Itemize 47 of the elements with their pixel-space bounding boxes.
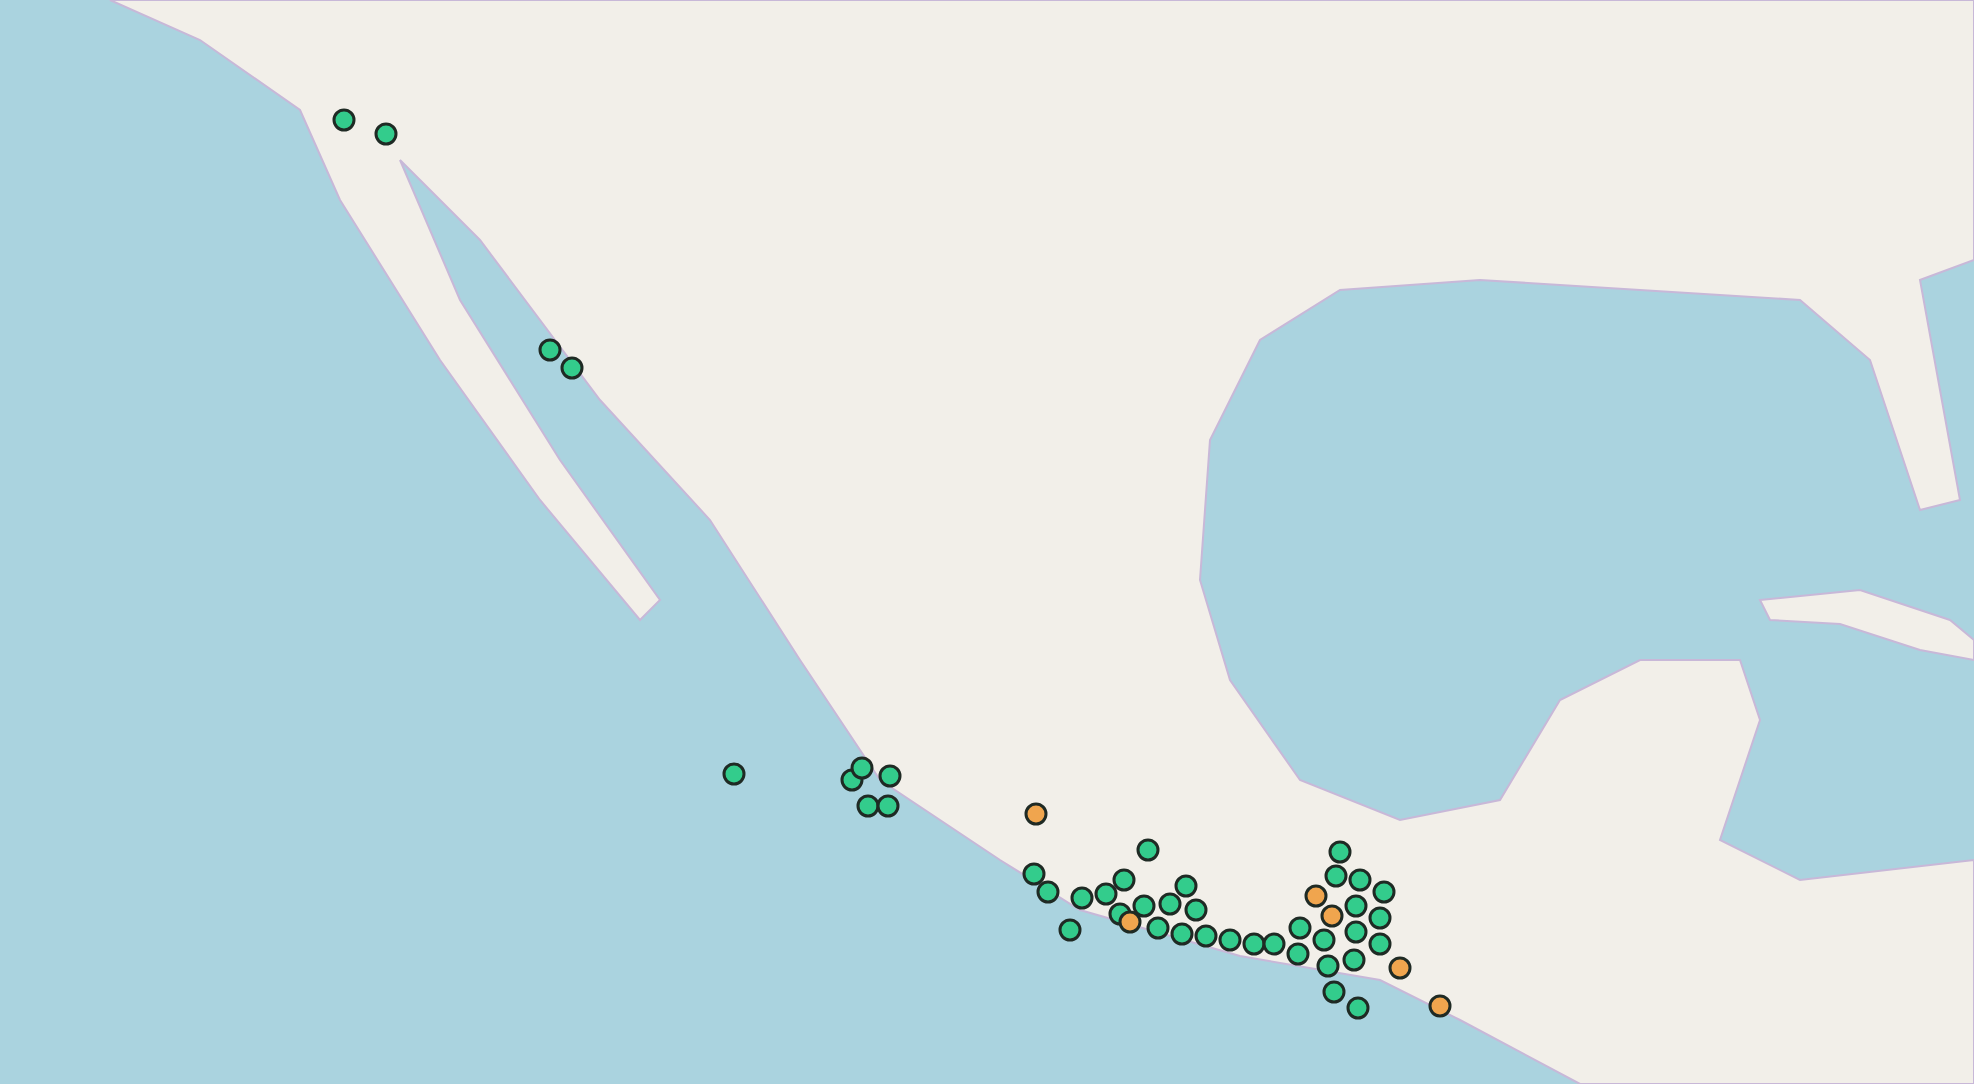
map-marker[interactable] <box>1242 932 1266 956</box>
map-marker[interactable] <box>1058 918 1082 942</box>
map-marker[interactable] <box>1348 868 1372 892</box>
map-marker[interactable] <box>1372 880 1396 904</box>
map-marker[interactable] <box>374 122 398 146</box>
map-marker[interactable] <box>1322 980 1346 1004</box>
map-marker[interactable] <box>1184 898 1208 922</box>
map-marker[interactable] <box>1388 956 1412 980</box>
map-marker[interactable] <box>1344 894 1368 918</box>
map-marker[interactable] <box>1328 840 1352 864</box>
map-marker[interactable] <box>1368 932 1392 956</box>
map-marker[interactable] <box>1344 920 1368 944</box>
map-marker[interactable] <box>538 338 562 362</box>
map-marker[interactable] <box>1132 894 1156 918</box>
map-marker[interactable] <box>1158 892 1182 916</box>
map-marker[interactable] <box>1170 922 1194 946</box>
map-marker[interactable] <box>560 356 584 380</box>
map-marker[interactable] <box>1346 996 1370 1020</box>
map-marker[interactable] <box>1218 928 1242 952</box>
map-marker[interactable] <box>332 108 356 132</box>
map-marker[interactable] <box>1324 864 1348 888</box>
map-marker[interactable] <box>1304 884 1328 908</box>
map-marker[interactable] <box>850 756 874 780</box>
map-marker[interactable] <box>1118 910 1142 934</box>
map-marker[interactable] <box>1036 880 1060 904</box>
map-marker[interactable] <box>876 794 900 818</box>
map-marker[interactable] <box>1146 916 1170 940</box>
map-marker[interactable] <box>1316 954 1340 978</box>
map-marker[interactable] <box>1286 942 1310 966</box>
map-marker[interactable] <box>1320 904 1344 928</box>
map-marker[interactable] <box>878 764 902 788</box>
map-marker[interactable] <box>1342 948 1366 972</box>
map-marker[interactable] <box>1174 874 1198 898</box>
map-marker[interactable] <box>1022 862 1046 886</box>
map-marker[interactable] <box>1288 916 1312 940</box>
map-marker[interactable] <box>1070 886 1094 910</box>
map-marker[interactable] <box>722 762 746 786</box>
map-marker[interactable] <box>1428 994 1452 1018</box>
map-marker[interactable] <box>1368 906 1392 930</box>
map-marker[interactable] <box>1112 868 1136 892</box>
map-marker[interactable] <box>1194 924 1218 948</box>
map-marker[interactable] <box>856 794 880 818</box>
map-marker[interactable] <box>1312 928 1336 952</box>
map-marker[interactable] <box>1094 882 1118 906</box>
map-marker[interactable] <box>1024 802 1048 826</box>
map-marker[interactable] <box>1262 932 1286 956</box>
map-marker[interactable] <box>1136 838 1160 862</box>
